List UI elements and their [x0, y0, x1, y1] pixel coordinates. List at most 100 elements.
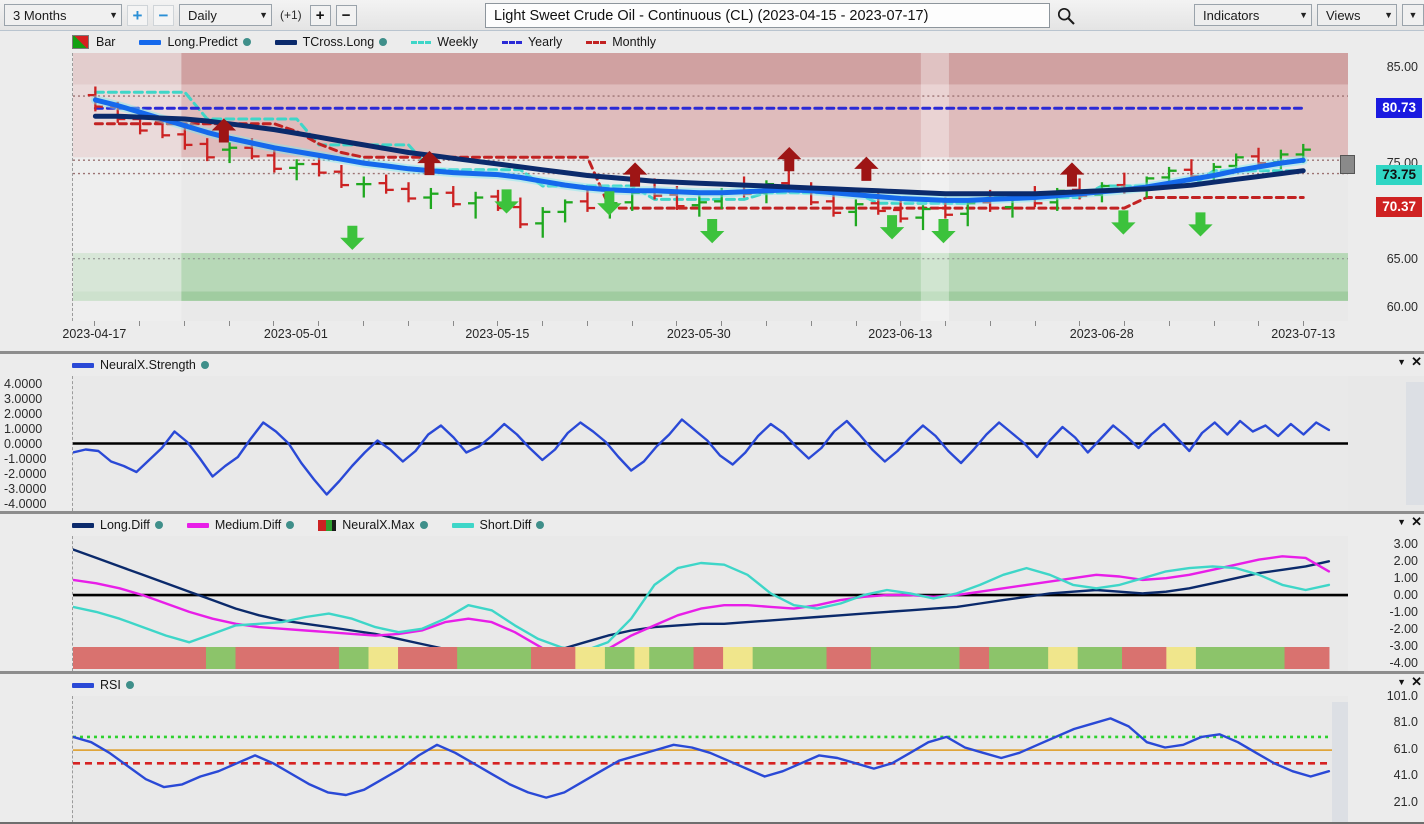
line-swatch-icon	[72, 682, 94, 688]
neuralx-max-segment	[1048, 647, 1079, 669]
strength-tick-label: 2.0000	[4, 406, 43, 421]
rsi-plot-area[interactable]	[72, 696, 1348, 824]
legend-settings-dot-icon[interactable]	[536, 521, 545, 529]
legend-settings-dot-icon[interactable]	[242, 38, 251, 46]
chevron-down-icon[interactable]: ▼	[1397, 517, 1406, 527]
neuralx-max-segment	[693, 647, 724, 669]
buy-signal-arrow	[340, 225, 365, 250]
neuralx-max-segment	[649, 647, 695, 669]
price-tick-label: 85.00	[1386, 60, 1418, 75]
legend-item[interactable]: RSI	[72, 678, 134, 692]
chevron-down-icon[interactable]: ▼	[1397, 677, 1406, 687]
legend-item[interactable]: TCross.Long	[274, 35, 388, 49]
range-increase-button[interactable]: +	[127, 4, 148, 26]
strength-tick-label: 0.0000	[4, 436, 43, 451]
date-minor-tick	[1079, 321, 1081, 326]
plot-svg	[73, 548, 1348, 669]
legend-settings-dot-icon[interactable]	[125, 681, 134, 689]
neuralx-max-segment	[752, 647, 828, 669]
views-select-value: Views	[1326, 7, 1361, 23]
legend-label: Bar	[96, 35, 116, 49]
diff-tick-label: 1.00	[1393, 571, 1418, 586]
neuralx-max-segment	[457, 647, 532, 669]
last-price-badge[interactable]: 73.75	[1376, 165, 1422, 186]
strength-axis[interactable]: 4.0000 3.0000 2.0000 1.0000 0.0000 -1.0000 -2.…	[0, 376, 72, 511]
neuralx-max-segment	[604, 647, 636, 669]
legend-item[interactable]: Long.Predict	[139, 35, 251, 49]
axis-drag-handle[interactable]	[1340, 155, 1355, 175]
offset-decrease-button[interactable]: −	[335, 4, 357, 26]
legend-settings-dot-icon[interactable]	[419, 521, 428, 529]
buy-signal-arrow	[1188, 212, 1213, 237]
legend-settings-dot-icon[interactable]	[379, 38, 388, 46]
legend-item[interactable]: Medium.Diff	[186, 518, 295, 532]
indicators-select-value: Indicators	[1203, 7, 1260, 23]
neuralx-max-segment	[959, 647, 990, 669]
strength-tick-label: -1.0000	[4, 451, 47, 466]
neuralx-max-segment	[870, 647, 961, 669]
range-decrease-button[interactable]: −	[153, 4, 174, 26]
legend-settings-dot-icon[interactable]	[200, 361, 209, 369]
diff-plot-area[interactable]	[72, 536, 1348, 671]
chevron-down-icon: ▼	[1384, 10, 1393, 20]
legend-item[interactable]: NeuralX.Max	[318, 518, 428, 532]
diff-tick-label: -4.00	[1389, 655, 1419, 670]
plot-svg	[73, 717, 1348, 799]
series-line	[73, 555, 1331, 663]
range-select[interactable]: 3 Months ▼	[4, 4, 122, 26]
line-swatch-icon	[139, 39, 162, 45]
price-axis[interactable]: 85.00 75.00 65.00 60.00 80.73 73.75 70.37	[1340, 53, 1424, 321]
yearly-level-badge[interactable]: 80.73	[1376, 98, 1422, 119]
chevron-down-icon[interactable]: ▼	[1397, 357, 1406, 367]
interval-select[interactable]: Daily ▼	[179, 4, 272, 26]
date-axis: 2023-04-17 2023-05-01 2023-05-15 2023-05-30…	[0, 321, 1424, 351]
date-minor-tick	[945, 321, 947, 326]
offset-increase-button[interactable]: +	[309, 4, 331, 26]
date-minor-tick	[855, 321, 857, 326]
legend-item[interactable]: Weekly	[411, 35, 478, 49]
rsi-axis[interactable]: 101.081.061.041.021.01.0	[1348, 689, 1424, 824]
symbol-input[interactable]: Light Sweet Crude Oil - Continuous (CL) …	[485, 3, 1050, 28]
close-icon[interactable]: ✕	[1411, 355, 1422, 368]
date-minor-tick	[631, 321, 633, 326]
date-minor-tick	[1168, 321, 1170, 326]
strength-vertical-scrollbar[interactable]	[1406, 382, 1424, 505]
legend-settings-dot-icon[interactable]	[154, 521, 163, 529]
legend-item[interactable]: Short.Diff	[451, 518, 545, 532]
diff-axis[interactable]: 3.00 2.00 1.00 0.00 -1.00 -2.00 -3.00 -4.00	[1348, 536, 1424, 671]
neuralx-max-segment	[368, 647, 399, 669]
plot-svg	[73, 418, 1348, 496]
legend-item[interactable]: Bar	[72, 35, 115, 49]
strength-plot-area[interactable]	[72, 376, 1348, 511]
legend-item[interactable]: Yearly	[501, 35, 562, 49]
series-line	[73, 561, 1331, 653]
date-minor-tick	[542, 321, 544, 326]
line-swatch-icon	[451, 522, 474, 528]
indicators-select[interactable]: Indicators ▼	[1194, 4, 1312, 26]
legend-item[interactable]: Monthly	[586, 35, 656, 49]
legend-settings-dot-icon[interactable]	[286, 521, 295, 529]
legend-item[interactable]: Long.Diff	[72, 518, 163, 532]
ohlc-bar	[557, 199, 573, 223]
rsi-vertical-scrollbar[interactable]	[1332, 702, 1348, 822]
ohlc-bar	[400, 182, 417, 203]
toolbar-right-group: Indicators ▼ Views ▼ ▼	[1194, 4, 1424, 26]
date-minor-tick	[765, 321, 767, 326]
date-tick-label: 2023-06-13	[868, 327, 933, 341]
symbol-search-group: Light Sweet Crude Oil - Continuous (CL) …	[485, 3, 1076, 28]
date-minor-tick	[407, 321, 409, 326]
neuralx-max-segment	[1166, 647, 1197, 669]
legend-item[interactable]: NeuralX.Strength	[72, 358, 209, 372]
views-select[interactable]: Views ▼	[1317, 4, 1397, 26]
more-options-select[interactable]: ▼	[1402, 4, 1424, 26]
monthly-level-badge[interactable]: 70.37	[1376, 197, 1422, 218]
rsi-tick-label: 101.0	[1386, 689, 1418, 703]
search-icon[interactable]	[1056, 6, 1076, 26]
ohlc-bar	[445, 186, 461, 208]
dashed-line-swatch-icon	[586, 40, 607, 44]
rsi-tick-label: 81.0	[1393, 715, 1418, 730]
close-icon[interactable]: ✕	[1411, 515, 1422, 528]
date-tick-label: 2023-05-01	[263, 327, 328, 341]
price-plot-area[interactable]	[72, 53, 1348, 321]
close-icon[interactable]: ✕	[1411, 675, 1422, 688]
